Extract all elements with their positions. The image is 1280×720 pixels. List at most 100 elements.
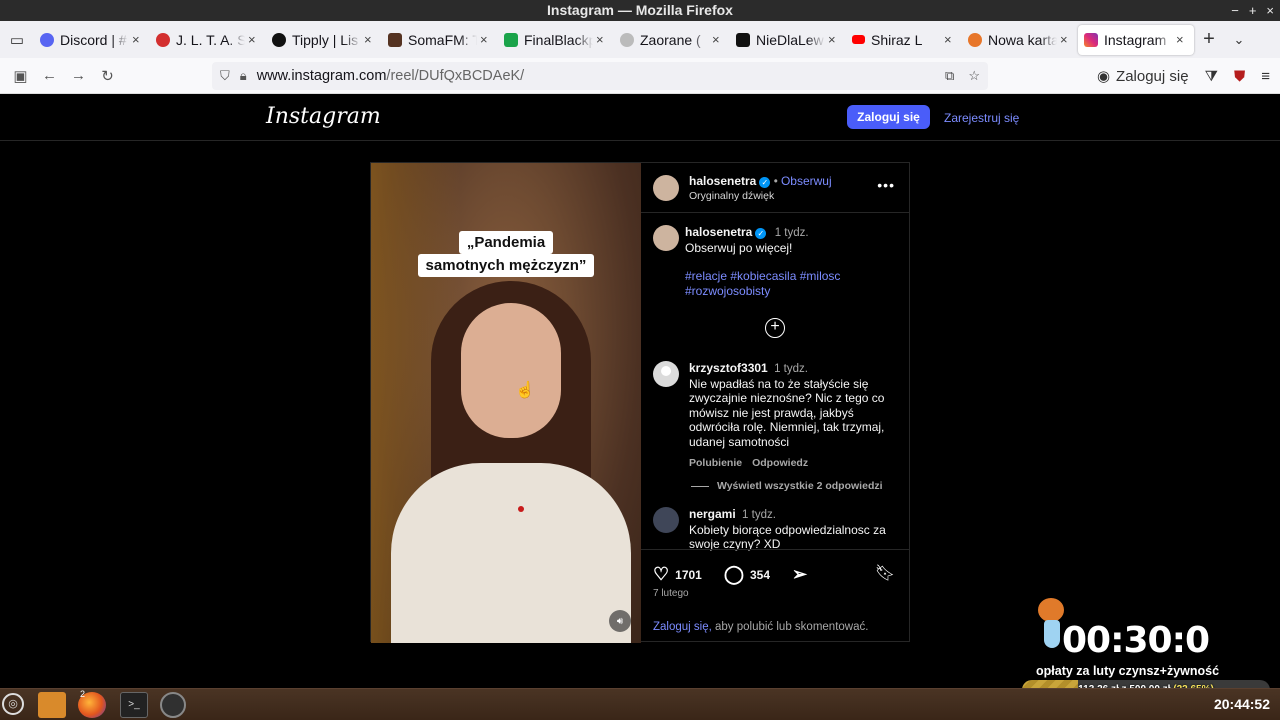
close-tab-icon[interactable]: × [1176, 32, 1188, 47]
ublock-icon[interactable]: ⛊ [1234, 68, 1245, 85]
close-tab-icon[interactable]: × [132, 32, 144, 47]
reel-video[interactable]: „Pandemia samotnych mężczyzn” ☝ 🔊︎ [371, 163, 641, 643]
address-bar[interactable]: ⛉ 🔒︎ www.instagram.com/reel/DUfQxBCDAeK/… [212, 62, 988, 90]
tipply-icon [272, 32, 286, 47]
tab-zaorane[interactable]: Zaorane (× [614, 25, 730, 55]
hashtags[interactable]: #relacje #kobiecasila #milosc #rozwojoso… [685, 269, 897, 298]
caption-text: Obserwuj po więcej! [685, 240, 793, 255]
audio-toggle-icon[interactable]: 🔊︎ [609, 610, 631, 632]
post-sidebar: halosenetra ✓ • Obserwuj Oryginalny dźwię… [641, 163, 909, 641]
close-tab-icon[interactable]: × [712, 32, 724, 47]
comment-icon[interactable]: ◯ [724, 564, 744, 585]
login-prompt-link[interactable]: Zaloguj się, [653, 621, 712, 633]
tab-niedlalew[interactable]: NieDlaLew × [730, 25, 846, 55]
list-all-tabs-icon[interactable]: ⌄ [1224, 32, 1254, 48]
start-menu-icon[interactable]: ◎ [2, 693, 24, 715]
lock-icon[interactable]: 🔒︎ [240, 68, 247, 84]
commenter-avatar[interactable] [653, 361, 679, 387]
firefox-view-icon[interactable]: ▭ [0, 21, 34, 58]
comment-text: Nie wpadłaś na to że stałyście się zwycz… [689, 376, 885, 449]
login-prompt: Zaloguj się, aby polubić lub skomentować… [653, 621, 869, 633]
like-comment-button[interactable]: Polubienie [689, 456, 742, 471]
post-header: halosenetra ✓ • Obserwuj Oryginalny dźwię… [641, 163, 909, 213]
tab-tipply[interactable]: Tipply | Lis × [266, 25, 382, 55]
somafm-icon [388, 32, 402, 47]
instagram-logo[interactable]: Instagram [266, 104, 381, 129]
taskbar: ◎ 2 >_ 20:44:52 [0, 688, 1280, 720]
close-tab-icon[interactable]: × [1060, 32, 1072, 47]
x-icon [736, 32, 750, 47]
youtube-icon [852, 35, 865, 44]
view-replies-button[interactable]: Wyświetl wszystkie 2 odpowiedzi [691, 480, 883, 492]
author-avatar[interactable] [653, 175, 679, 201]
hand-cursor-icon: ☝ [515, 382, 535, 399]
share-icon[interactable]: ➢ [792, 564, 807, 585]
tab-strip: ▭ Discord | # × J. L. T. A. S × Tipply | L… [0, 21, 1280, 58]
reel-post: „Pandemia samotnych mężczyzn” ☝ 🔊︎ halos… [370, 162, 910, 643]
tab-jltas[interactable]: J. L. T. A. S × [150, 25, 266, 55]
firefox-icon [968, 32, 982, 47]
tab-discord[interactable]: Discord | # × [34, 25, 150, 55]
site-icon [620, 32, 634, 47]
extensions-icon[interactable]: ⧩ [1205, 68, 1218, 85]
close-tab-icon[interactable]: × [364, 32, 376, 47]
close-tab-icon[interactable]: × [944, 32, 956, 47]
video-subject-face [461, 303, 561, 438]
close-tab-icon[interactable]: × [248, 32, 260, 47]
heart-icon[interactable]: ♡ [653, 564, 669, 585]
window-title: Instagram — Mozilla Firefox [547, 2, 733, 18]
commenter-avatar[interactable] [653, 507, 679, 533]
author-avatar[interactable] [653, 225, 679, 251]
reply-button[interactable]: Odpowiedz [752, 456, 808, 471]
picture-in-picture-icon[interactable]: ⧉ [945, 68, 954, 84]
ig-header: Instagram Zaloguj się Zarejestruj się [0, 94, 1280, 141]
post-date: 7 lutego [653, 588, 689, 599]
instagram-icon [1084, 32, 1098, 47]
close-tab-icon[interactable]: × [596, 32, 608, 47]
account-button[interactable]: ◉ Zaloguj się [1096, 67, 1189, 86]
tab-nowa-karta[interactable]: Nowa karta × [962, 25, 1078, 55]
site-icon [156, 32, 170, 47]
more-options-icon[interactable]: ••• [877, 177, 895, 193]
signup-link[interactable]: Zarejestruj się [944, 111, 1019, 125]
tab-finalblackpill[interactable]: FinalBlackp × [498, 25, 614, 55]
reload-button[interactable]: ↻ [93, 67, 122, 85]
forward-button[interactable]: → [64, 67, 93, 84]
menu-icon[interactable]: ≡ [1261, 68, 1270, 85]
close-window-button[interactable]: × [1266, 0, 1274, 21]
countdown-timer: 00:30:0 [1062, 620, 1210, 661]
maximize-button[interactable]: + [1249, 0, 1257, 21]
bookmark-star-icon[interactable]: ☆ [968, 68, 980, 84]
terminal-icon[interactable]: >_ [120, 692, 148, 718]
video-caption: „Pandemia samotnych mężczyzn” [371, 231, 641, 277]
back-button[interactable]: ← [35, 67, 64, 84]
minimize-button[interactable]: − [1231, 0, 1239, 21]
window-count-badge: 2 [80, 689, 86, 699]
sidebar-toggle-icon[interactable]: ▣ [6, 67, 35, 85]
account-icon: ◉ [1096, 68, 1111, 85]
clock[interactable]: 20:44:52 [1214, 696, 1270, 712]
post-footer: ♡ 1701 ◯ 354 ➢ 🔖︎ 7 lutego Zaloguj się, … [641, 549, 909, 641]
load-more-comments-icon[interactable]: + [765, 318, 785, 338]
follow-button[interactable]: Obserwuj [781, 174, 832, 188]
video-subject-pendant [518, 506, 524, 512]
discord-icon [40, 32, 54, 47]
new-tab-button[interactable]: + [1194, 28, 1224, 51]
close-tab-icon[interactable]: × [480, 32, 492, 47]
window-titlebar: Instagram — Mozilla Firefox − + × [0, 0, 1280, 21]
video-subject-sweater [391, 463, 631, 643]
close-tab-icon[interactable]: × [828, 32, 840, 47]
author-username[interactable]: halosenetra [689, 174, 756, 188]
verified-badge-icon: ✓ [759, 177, 771, 188]
goal-title: opłaty za luty czynsz+żywność [1036, 664, 1220, 678]
file-manager-icon[interactable] [38, 692, 66, 718]
save-bookmark-icon[interactable]: 🔖︎ [875, 563, 895, 583]
tab-shiraz[interactable]: Shiraz L × [846, 25, 962, 55]
url-text[interactable]: www.instagram.com/reel/DUfQxBCDAeK/ [257, 68, 525, 84]
login-button[interactable]: Zaloguj się [847, 105, 930, 129]
obs-icon[interactable] [160, 692, 186, 718]
tracking-protection-icon[interactable]: ⛉ [220, 68, 230, 84]
audio-label[interactable]: Oryginalny dźwięk [689, 190, 774, 202]
tab-somafm[interactable]: SomaFM: T × [382, 25, 498, 55]
tab-instagram[interactable]: Instagram × [1078, 24, 1194, 55]
